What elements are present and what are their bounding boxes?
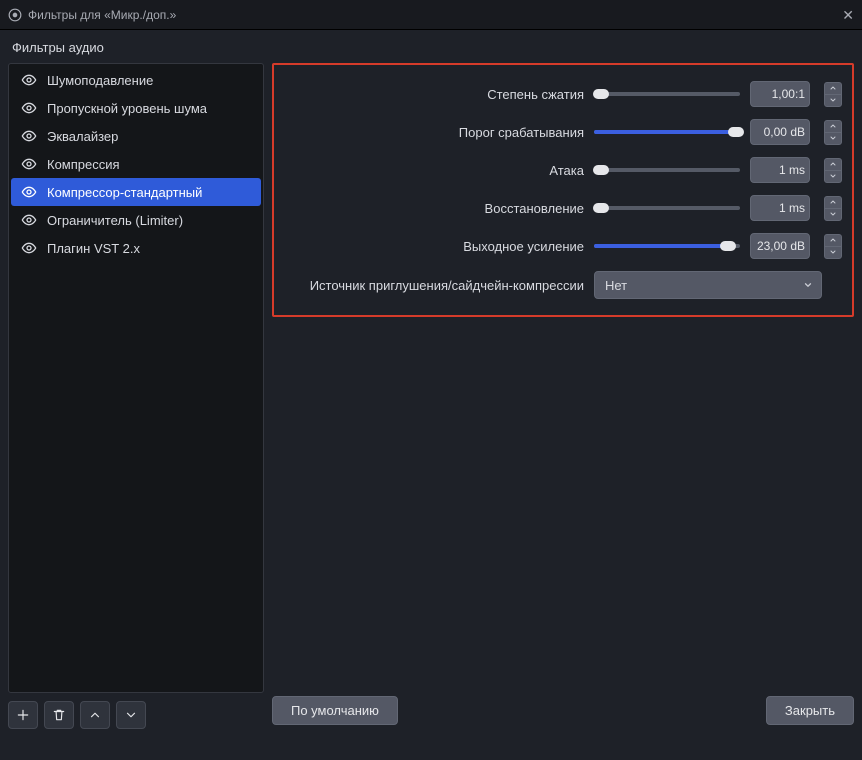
sidebar: Шумоподавление Пропускной уровень шума Экв… [8, 63, 264, 729]
filter-item[interactable]: Ограничитель (Limiter) [11, 206, 261, 234]
chevron-down-icon [803, 280, 813, 290]
defaults-button[interactable]: По умолчанию [272, 696, 398, 725]
attack-slider[interactable] [594, 162, 740, 178]
threshold-spinbox[interactable]: 0,00 dB [750, 119, 810, 145]
setting-label: Выходное усиление [284, 239, 584, 254]
gain-spinbox[interactable]: 23,00 dB [750, 233, 810, 259]
titlebar: Фильтры для «Микр./доп.» ✕ [0, 0, 862, 30]
window-title: Фильтры для «Микр./доп.» [28, 8, 176, 22]
ratio-slider[interactable] [594, 86, 740, 102]
filter-label: Плагин VST 2.x [47, 241, 140, 256]
eye-icon [21, 240, 37, 256]
eye-icon [21, 212, 37, 228]
filter-label: Пропускной уровень шума [47, 101, 207, 116]
filter-label: Компрессия [47, 157, 120, 172]
eye-icon [21, 184, 37, 200]
filter-toolbar [8, 701, 264, 729]
setting-row-attack: Атака 1 ms [280, 151, 846, 189]
filter-item[interactable]: Компрессия [11, 150, 261, 178]
spinbox-value: 1 ms [751, 196, 809, 220]
spinbox-value: 1 ms [751, 158, 809, 182]
dropdown-value: Нет [605, 278, 627, 293]
threshold-step-down[interactable] [824, 132, 842, 145]
ratio-step-up[interactable] [824, 82, 842, 95]
attack-step-down[interactable] [824, 170, 842, 183]
app-icon [8, 8, 22, 22]
filter-label: Шумоподавление [47, 73, 153, 88]
setting-row-sidechain: Источник приглушения/сайдчейн-компрессии… [280, 265, 846, 305]
attack-spinbox[interactable]: 1 ms [750, 157, 810, 183]
eye-icon [21, 156, 37, 172]
setting-label: Порог срабатывания [284, 125, 584, 140]
gain-step-up[interactable] [824, 234, 842, 247]
filter-label: Ограничитель (Limiter) [47, 213, 183, 228]
audio-filters-label: Фильтры аудио [0, 30, 862, 63]
setting-row-threshold: Порог срабатывания 0,00 dB [280, 113, 846, 151]
visibility-toggle[interactable] [21, 72, 37, 88]
setting-label: Восстановление [284, 201, 584, 216]
visibility-toggle[interactable] [21, 184, 37, 200]
spinbox-value: 0,00 dB [751, 120, 809, 144]
filter-item[interactable]: Компрессор-стандартный [11, 178, 261, 206]
release-step-down[interactable] [824, 208, 842, 221]
spinbox-value: 23,00 dB [751, 234, 809, 258]
trash-icon [52, 708, 66, 722]
chevron-down-icon [124, 708, 138, 722]
filter-label: Эквалайзер [47, 129, 118, 144]
filter-item[interactable]: Пропускной уровень шума [11, 94, 261, 122]
filter-item[interactable]: Эквалайзер [11, 122, 261, 150]
window-close-button[interactable]: ✕ [828, 8, 854, 22]
gain-step-down[interactable] [824, 246, 842, 259]
threshold-slider[interactable] [594, 124, 740, 140]
plus-icon [16, 708, 30, 722]
sidechain-dropdown[interactable]: Нет [594, 271, 822, 299]
threshold-step-up[interactable] [824, 120, 842, 133]
eye-icon [21, 100, 37, 116]
close-button[interactable]: Закрыть [766, 696, 854, 725]
setting-label: Источник приглушения/сайдчейн-компрессии [284, 278, 584, 293]
setting-row-gain: Выходное усиление 23,00 dB [280, 227, 846, 265]
setting-row-release: Восстановление 1 ms [280, 189, 846, 227]
setting-label: Степень сжатия [284, 87, 584, 102]
filter-settings: Степень сжатия 1,00:1 Порог срабатывания… [272, 63, 854, 729]
add-filter-button[interactable] [8, 701, 38, 729]
eye-icon [21, 128, 37, 144]
remove-filter-button[interactable] [44, 701, 74, 729]
setting-row-ratio: Степень сжатия 1,00:1 [280, 75, 846, 113]
filter-label: Компрессор-стандартный [47, 185, 202, 200]
eye-icon [21, 72, 37, 88]
ratio-spinbox[interactable]: 1,00:1 [750, 81, 810, 107]
chevron-up-icon [88, 708, 102, 722]
release-spinbox[interactable]: 1 ms [750, 195, 810, 221]
attack-step-up[interactable] [824, 158, 842, 171]
gain-slider[interactable] [594, 238, 740, 254]
ratio-step-down[interactable] [824, 94, 842, 107]
visibility-toggle[interactable] [21, 240, 37, 256]
move-up-button[interactable] [80, 701, 110, 729]
visibility-toggle[interactable] [21, 212, 37, 228]
visibility-toggle[interactable] [21, 100, 37, 116]
visibility-toggle[interactable] [21, 128, 37, 144]
spinbox-value: 1,00:1 [751, 82, 809, 106]
filter-list[interactable]: Шумоподавление Пропускной уровень шума Экв… [8, 63, 264, 693]
move-down-button[interactable] [116, 701, 146, 729]
visibility-toggle[interactable] [21, 156, 37, 172]
setting-label: Атака [284, 163, 584, 178]
release-step-up[interactable] [824, 196, 842, 209]
filter-item[interactable]: Шумоподавление [11, 66, 261, 94]
settings-panel-highlight: Степень сжатия 1,00:1 Порог срабатывания… [272, 63, 854, 317]
release-slider[interactable] [594, 200, 740, 216]
filter-item[interactable]: Плагин VST 2.x [11, 234, 261, 262]
